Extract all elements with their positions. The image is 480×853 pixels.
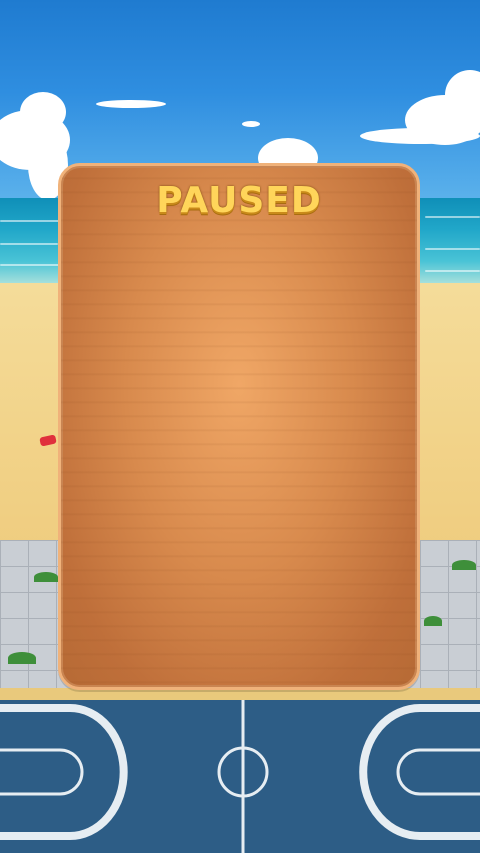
beach-towel bbox=[39, 434, 57, 447]
grass-tuft bbox=[34, 572, 58, 582]
wave bbox=[425, 216, 480, 218]
wave bbox=[0, 264, 60, 266]
court-left-key bbox=[0, 748, 84, 796]
court-right-arc bbox=[359, 704, 480, 840]
wood-grain-texture bbox=[61, 166, 417, 687]
grass-tuft bbox=[424, 616, 442, 626]
pause-title: PAUSED bbox=[156, 180, 322, 221]
cloud bbox=[20, 92, 66, 132]
wave bbox=[425, 248, 480, 250]
cloud bbox=[96, 100, 166, 108]
grass-tuft bbox=[452, 560, 476, 570]
pause-panel: PAUSED bbox=[58, 163, 420, 690]
court-left-arc bbox=[0, 704, 128, 840]
game-scene: PAUSED bbox=[0, 0, 480, 853]
court-right-key bbox=[396, 748, 480, 796]
wave bbox=[425, 270, 480, 272]
cloud bbox=[242, 121, 260, 127]
wave bbox=[0, 220, 60, 222]
court-lines bbox=[0, 700, 480, 853]
grass-tuft bbox=[8, 652, 36, 664]
basketball-court bbox=[0, 700, 480, 853]
wave bbox=[0, 243, 58, 245]
